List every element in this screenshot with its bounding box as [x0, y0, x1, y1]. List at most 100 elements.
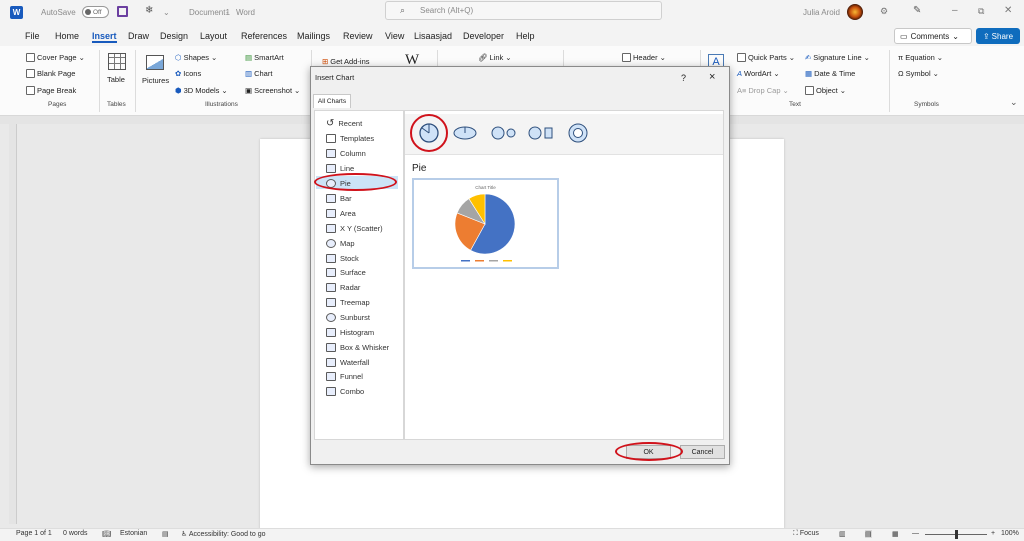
subtype-bar-of-pie[interactable] — [526, 118, 556, 148]
web-layout-icon[interactable]: ▦ — [892, 530, 899, 538]
table-icon[interactable] — [108, 53, 126, 70]
tab-review[interactable]: Review — [343, 31, 373, 41]
object-button[interactable]: Object ⌄ — [805, 86, 846, 95]
blank-page-button[interactable]: Blank Page — [26, 69, 75, 78]
ribbon-collapse-icon[interactable]: ⌄ — [1010, 97, 1018, 108]
zoom-in-icon[interactable]: + — [991, 530, 995, 537]
chart-button[interactable]: ▥ Chart — [245, 69, 272, 78]
chart-type-treemap[interactable]: Treemap — [326, 296, 370, 309]
accessibility-status[interactable]: ♿︎ Accessibility: Good to go — [181, 530, 266, 538]
word-count[interactable]: 0 words — [63, 530, 88, 537]
text-predictions-icon[interactable]: ▤ — [162, 530, 169, 538]
3d-models-button[interactable]: ⬢ 3D Models ⌄ — [175, 86, 228, 95]
share-button[interactable]: ⇪ Share — [976, 28, 1020, 44]
print-layout-icon[interactable]: ▤ — [865, 530, 872, 538]
chart-type-templates[interactable]: Templates — [326, 132, 374, 145]
chart-type-surface[interactable]: Surface — [326, 266, 366, 279]
language[interactable]: Estonian — [120, 530, 147, 537]
subtype-doughnut[interactable] — [563, 118, 593, 148]
chart-type-combo[interactable]: Combo — [326, 385, 364, 398]
pie-of-pie-subtype-icon — [491, 126, 516, 140]
tab-lisaasjad[interactable]: Lisaasjad — [414, 31, 452, 41]
pictures-icon[interactable] — [146, 55, 164, 70]
chart-type-radar[interactable]: Radar — [326, 281, 360, 294]
dialog-close-button[interactable]: × — [709, 71, 715, 83]
document-name: Document1 — [189, 8, 230, 17]
customize-icon[interactable]: ❄ — [145, 5, 153, 16]
screenshot-button[interactable]: ▣ Screenshot ⌄ — [245, 86, 300, 95]
restore-icon[interactable]: ⧉ — [978, 6, 984, 17]
shapes-button[interactable]: ⬡ Shapes ⌄ — [175, 53, 217, 62]
date-time-button[interactable]: ▦ Date & Time — [805, 69, 855, 78]
qat-dropdown-icon[interactable]: ⌄ — [163, 8, 170, 17]
smartart-button[interactable]: ▤ SmartArt — [245, 53, 284, 62]
cover-page-icon — [26, 53, 35, 62]
chart-type-bar[interactable]: Bar — [326, 192, 352, 205]
zoom-level[interactable]: 100% — [1001, 530, 1019, 537]
premium-icon[interactable]: ⚙ — [880, 6, 888, 17]
tab-layout[interactable]: Layout — [200, 31, 227, 41]
tab-insert[interactable]: Insert — [92, 31, 117, 43]
wordart-button[interactable]: A WordArt ⌄ — [737, 69, 780, 78]
subtype-3d-pie[interactable] — [450, 118, 480, 148]
focus-button[interactable]: ⛶ Focus — [793, 530, 819, 538]
link-button[interactable]: 🔗︎ Link ⌄ — [478, 53, 512, 62]
tab-file[interactable]: File — [25, 31, 40, 41]
chart-type-waterfall[interactable]: Waterfall — [326, 356, 369, 369]
proofing-icon[interactable]: 📖︎ — [102, 530, 111, 538]
tab-mailings[interactable]: Mailings — [297, 31, 330, 41]
symbol-button[interactable]: Ω Symbol ⌄ — [898, 69, 939, 78]
pictures-button[interactable]: Pictures — [142, 76, 169, 85]
avatar[interactable] — [847, 4, 863, 20]
vertical-ruler[interactable] — [9, 124, 17, 524]
tab-design[interactable]: Design — [160, 31, 188, 41]
chart-type-column[interactable]: Column — [326, 147, 366, 160]
tab-developer[interactable]: Developer — [463, 31, 504, 41]
chart-type-funnel[interactable]: Funnel — [326, 370, 363, 383]
chart-type-map[interactable]: Map — [326, 237, 355, 250]
area-chart-icon — [326, 209, 336, 218]
chart-type-histogram[interactable]: Histogram — [326, 326, 374, 339]
quick-parts-button[interactable]: Quick Parts ⌄ — [737, 53, 795, 62]
tab-view[interactable]: View — [385, 31, 404, 41]
get-addins-button[interactable]: ⊞ Get Add-ins — [322, 57, 370, 66]
pen-icon[interactable]: ✎ — [913, 5, 921, 16]
autosave-toggle[interactable]: Off — [82, 6, 109, 18]
tab-references[interactable]: References — [241, 31, 287, 41]
bar-chart-icon — [326, 194, 336, 203]
tab-home[interactable]: Home — [55, 31, 79, 41]
chart-preview-card[interactable]: Chart Title — [412, 178, 559, 269]
table-button[interactable]: Table — [107, 75, 125, 84]
zoom-slider-thumb[interactable] — [955, 530, 958, 539]
save-icon[interactable] — [117, 6, 128, 17]
dialog-help-button[interactable]: ? — [681, 73, 686, 83]
page-count[interactable]: Page 1 of 1 — [16, 530, 52, 537]
chart-label: Chart — [254, 69, 273, 78]
chart-type-scatter[interactable]: X Y (Scatter) — [326, 222, 383, 235]
chart-type-area[interactable]: Area — [326, 207, 356, 220]
comments-button[interactable]: ▭ Comments ⌄ — [894, 28, 972, 44]
signature-line-button[interactable]: ✍︎ Signature Line ⌄ — [805, 53, 870, 62]
read-mode-icon[interactable]: ▥ — [839, 530, 846, 538]
drop-cap-button[interactable]: A≡ Drop Cap ⌄ — [737, 86, 789, 95]
zoom-out-icon[interactable]: — — [912, 530, 919, 537]
cover-page-button[interactable]: Cover Page ⌄ — [26, 53, 85, 62]
tab-draw[interactable]: Draw — [128, 31, 149, 41]
chart-type-box-whisker[interactable]: Box & Whisker — [326, 341, 389, 354]
header-button[interactable]: Header ⌄ — [622, 53, 666, 62]
chart-type-label: Combo — [340, 387, 365, 396]
chart-type-recent[interactable]: ↺ Recent — [326, 117, 362, 130]
subtype-pie-of-pie[interactable] — [489, 118, 519, 148]
tab-help[interactable]: Help — [516, 31, 535, 41]
page-break-button[interactable]: Page Break — [26, 86, 76, 95]
equation-button[interactable]: π Equation ⌄ — [898, 53, 943, 62]
close-window-icon[interactable]: ✕ — [1004, 5, 1012, 16]
wordart-icon: A — [737, 69, 743, 78]
search-box[interactable]: ⌕ Search (Alt+Q) — [385, 1, 662, 20]
icons-button[interactable]: ✿ Icons — [175, 69, 201, 78]
chart-type-sunburst[interactable]: Sunburst — [326, 311, 370, 324]
chart-type-stock[interactable]: Stock — [326, 252, 359, 265]
minimize-icon[interactable]: – — [952, 5, 958, 16]
cancel-button[interactable]: Cancel — [680, 445, 725, 459]
tab-all-charts[interactable]: All Charts — [313, 94, 351, 108]
